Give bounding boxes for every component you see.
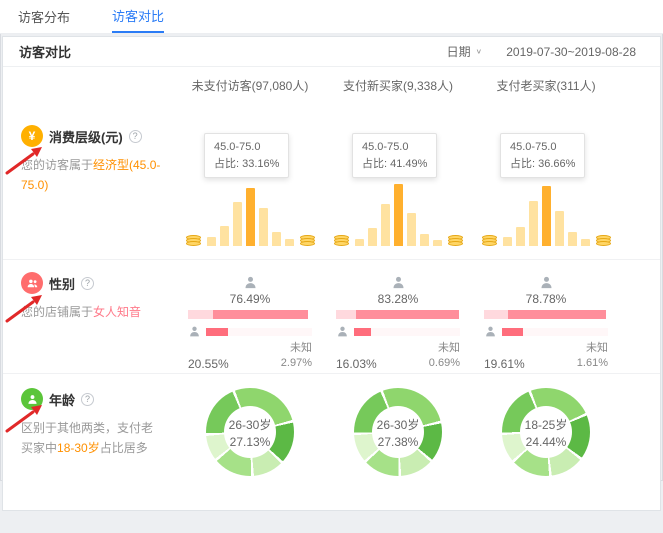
annotation-arrow: [2, 288, 50, 328]
gender-bar: [188, 310, 312, 319]
age-chart-new-buyers: 26-30岁 27.38%: [324, 374, 472, 533]
top-tab-bar: 访客分布 访客对比: [0, 0, 663, 34]
visitor-comparison-panel: 访客对比 日期 ∨ 2019-07-30~2019-08-28 未支付访客(97…: [2, 36, 661, 511]
unknown-percentage: 2.97%: [281, 356, 312, 371]
row-age: 年龄 ? 区别于其他两类，支付老买家中18-30岁占比居多 26-30岁 27.…: [3, 373, 660, 533]
consumption-chart-unpaid: 45.0-75.0 占比: 33.16%: [176, 103, 324, 259]
column-header-old-buyers: 支付老买家(311人): [472, 77, 620, 94]
help-icon[interactable]: ?: [129, 130, 142, 143]
unknown-label: 未知: [586, 341, 608, 356]
chart-tooltip: 45.0-75.0 占比: 41.49%: [352, 133, 437, 178]
female-icon: [539, 275, 554, 290]
coins-icon: [300, 237, 315, 246]
female-percentage: 83.28%: [378, 292, 419, 306]
unknown-label: 未知: [290, 341, 312, 356]
age-donut-chart: 26-30岁 27.13%: [206, 388, 294, 476]
female-percentage: 78.78%: [526, 292, 567, 306]
row-consumption-level: ¥ 消费层级(元) ? 您的访客属于经济型(45.0-75.0) 45.0-75…: [3, 103, 660, 259]
female-percentage: 76.49%: [230, 292, 271, 306]
date-range[interactable]: 2019-07-30~2019-08-28: [506, 45, 636, 59]
bar-chart: [207, 184, 294, 246]
chevron-down-icon: ∨: [476, 47, 483, 56]
row-title: 年龄: [49, 390, 75, 409]
column-headers: 未支付访客(97,080人) 支付新买家(9,338人) 支付老买家(311人): [3, 67, 660, 103]
male-bar: [502, 328, 608, 336]
male-bar: [354, 328, 460, 336]
age-chart-old-buyers: 18-25岁 24.44%: [472, 374, 620, 533]
column-header-new-buyers: 支付新买家(9,338人): [324, 77, 472, 94]
chart-tooltip: 45.0-75.0 占比: 36.66%: [500, 133, 585, 178]
age-group-percentage: 24.44%: [526, 435, 567, 449]
chart-tooltip: 45.0-75.0 占比: 33.16%: [204, 133, 289, 178]
date-label: 日期: [447, 43, 471, 60]
consumption-chart-new-buyers: 45.0-75.0 占比: 41.49%: [324, 103, 472, 259]
male-bar: [206, 328, 312, 336]
male-percentage: 16.03%: [336, 357, 377, 371]
coins-icon: [448, 237, 463, 246]
panel-header: 访客对比 日期 ∨ 2019-07-30~2019-08-28: [3, 37, 660, 67]
gender-bar: [336, 310, 460, 319]
male-icon: [188, 325, 201, 338]
age-chart-unpaid: 26-30岁 27.13%: [176, 374, 324, 533]
date-picker[interactable]: 日期 ∨ 2019-07-30~2019-08-28: [447, 43, 636, 60]
gender-chart-new-buyers: 83.28% 16.03% 未知0.69%: [324, 260, 472, 373]
female-icon: [391, 275, 406, 290]
column-header-unpaid: 未支付访客(97,080人): [176, 77, 324, 94]
help-icon[interactable]: ?: [81, 277, 94, 290]
unknown-percentage: 1.61%: [577, 356, 608, 371]
row-gender: 性别 ? 您的店铺属于女人知音 76.49% 20.55%: [3, 259, 660, 373]
row-title: 消费层级(元): [49, 127, 123, 146]
age-donut-chart: 18-25岁 24.44%: [502, 388, 590, 476]
age-group-label: 18-25岁: [525, 416, 568, 433]
unknown-label: 未知: [438, 341, 460, 356]
male-percentage: 20.55%: [188, 357, 229, 371]
consumption-chart-old-buyers: 45.0-75.0 占比: 36.66%: [472, 103, 620, 259]
gender-chart-unpaid: 76.49% 20.55% 未知2.97%: [176, 260, 324, 373]
annotation-arrow: [2, 140, 50, 180]
gender-chart-old-buyers: 78.78% 19.61% 未知1.61%: [472, 260, 620, 373]
female-icon: [243, 275, 258, 290]
male-percentage: 19.61%: [484, 357, 525, 371]
age-group-percentage: 27.38%: [378, 435, 419, 449]
age-group-label: 26-30岁: [229, 416, 272, 433]
age-donut-chart: 26-30岁 27.38%: [354, 388, 442, 476]
coins-icon: [596, 237, 611, 246]
annotation-arrow: [2, 398, 50, 438]
male-icon: [336, 325, 349, 338]
male-icon: [484, 325, 497, 338]
tab-visitor-distribution[interactable]: 访客分布: [18, 0, 70, 33]
bar-chart: [503, 184, 590, 246]
unknown-percentage: 0.69%: [429, 356, 460, 371]
coins-icon: [334, 237, 349, 246]
coins-icon: [482, 237, 497, 246]
age-group-percentage: 27.13%: [230, 435, 271, 449]
row-title: 性别: [49, 274, 75, 293]
panel-title: 访客对比: [19, 42, 71, 61]
bar-chart: [355, 184, 442, 246]
coins-icon: [186, 237, 201, 246]
tab-visitor-comparison[interactable]: 访客对比: [112, 0, 164, 33]
age-group-label: 26-30岁: [377, 416, 420, 433]
gender-bar: [484, 310, 608, 319]
help-icon[interactable]: ?: [81, 393, 94, 406]
